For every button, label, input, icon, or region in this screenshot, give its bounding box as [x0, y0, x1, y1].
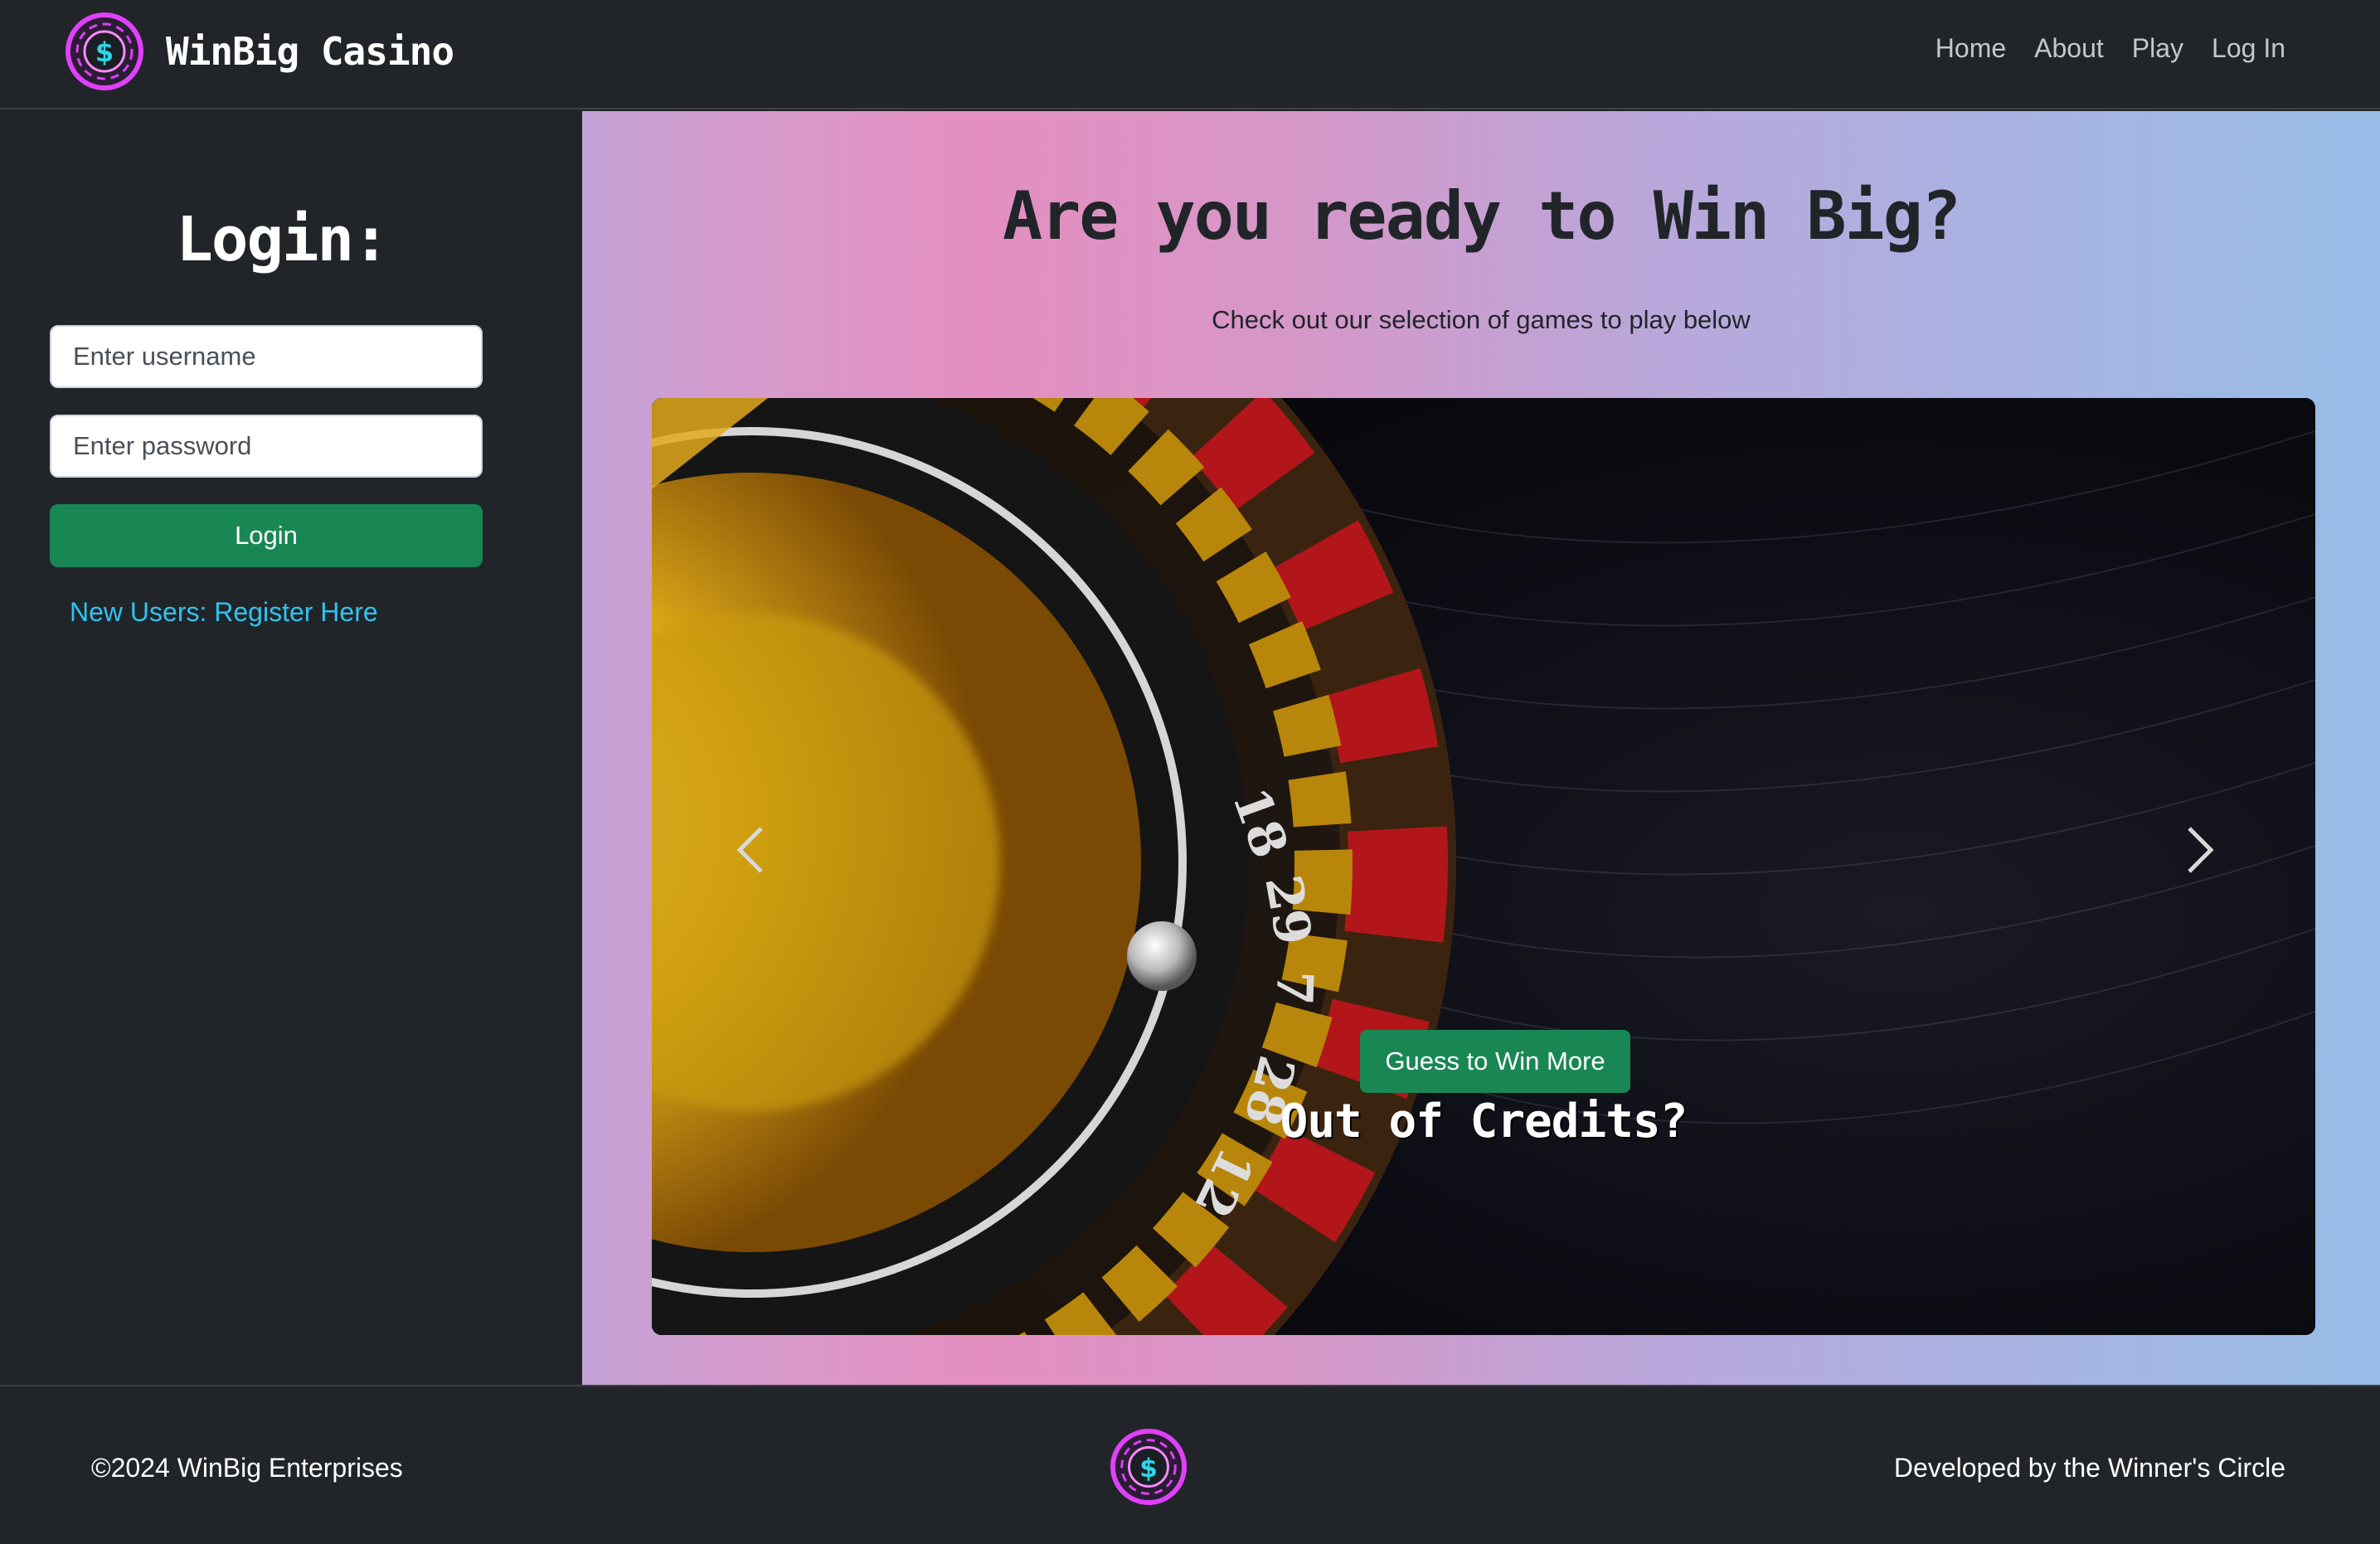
- footer: ©2024 WinBig Enterprises $ Developed by …: [0, 1385, 2380, 1544]
- carousel-prev-icon[interactable]: [726, 817, 776, 883]
- nav-links: Home About Play Log In: [1936, 33, 2285, 64]
- game-carousel: 18 29 7 28 12 Out of Credits?: [652, 398, 2315, 1335]
- roulette-slide-image: 18 29 7 28 12: [652, 398, 2315, 1335]
- svg-text:$: $: [1139, 1454, 1158, 1483]
- dollar-chip-icon: $: [66, 12, 143, 90]
- nav-about[interactable]: About: [2034, 33, 2104, 64]
- register-link[interactable]: New Users: Register Here: [70, 597, 378, 628]
- login-title: Login:: [176, 204, 389, 275]
- main-content: Are you ready to Win Big? Check out our …: [582, 111, 2380, 1385]
- login-sidebar: Login: Login New Users: Register Here: [0, 111, 582, 1385]
- svg-text:$: $: [95, 36, 114, 68]
- top-navbar: $ WinBig Casino Home About Play Log In: [0, 0, 2380, 109]
- brand[interactable]: $ WinBig Casino: [65, 12, 454, 91]
- page-title: Are you ready to Win Big?: [1002, 177, 1961, 255]
- wheel-number: 7: [1265, 969, 1324, 1006]
- nav-login[interactable]: Log In: [2212, 33, 2285, 64]
- nav-home[interactable]: Home: [1936, 33, 2006, 64]
- carousel-next-icon[interactable]: [2174, 817, 2224, 883]
- password-input[interactable]: [50, 415, 483, 478]
- page-subtitle: Check out our selection of games to play…: [1212, 305, 1751, 334]
- nav-play[interactable]: Play: [2132, 33, 2183, 64]
- developer-credit: Developed by the Winner's Circle: [1893, 1453, 2285, 1483]
- copyright-text: ©2024 WinBig Enterprises: [91, 1453, 403, 1483]
- carousel-caption-title: Out of Credits?: [1280, 1095, 1688, 1148]
- username-input[interactable]: [50, 325, 483, 388]
- brand-name: WinBig Casino: [166, 29, 454, 74]
- wheel-number: 29: [1253, 871, 1322, 949]
- dollar-chip-icon: $: [1110, 1428, 1188, 1506]
- guess-to-win-button[interactable]: Guess to Win More: [1360, 1030, 1630, 1093]
- login-button[interactable]: Login: [50, 504, 483, 567]
